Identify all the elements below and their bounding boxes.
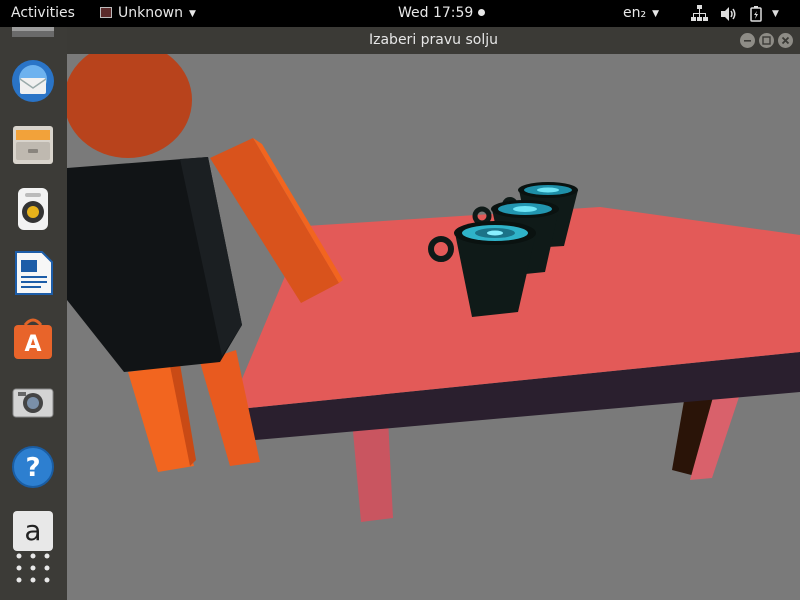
system-menu-chevron-icon[interactable]: ▼	[772, 0, 779, 27]
help-icon[interactable]: ?	[10, 444, 56, 490]
thunderbird-icon[interactable]	[10, 58, 56, 104]
window-titlebar[interactable]: Izaberi pravu solju	[67, 27, 800, 54]
chevron-down-icon: ▼	[652, 9, 660, 19]
top-bar: Activities Unknown ▼ Wed 17:59 en₂ ▼ ▼	[0, 0, 800, 27]
maximize-icon	[762, 36, 771, 45]
input-language-menu[interactable]: en₂ ▼	[623, 0, 659, 27]
close-icon	[781, 36, 790, 45]
volume-icon[interactable]	[720, 0, 737, 27]
language-label: en₂	[623, 5, 647, 21]
dock-item-partial[interactable]	[10, 27, 56, 43]
show-apps-icon[interactable]	[10, 547, 56, 593]
maximize-button[interactable]	[759, 33, 774, 48]
notification-dot-icon	[478, 9, 486, 16]
dock: A ? a	[0, 27, 67, 600]
svg-text:a: a	[24, 514, 41, 547]
clock-label: Wed 17:59	[398, 5, 474, 21]
files-icon[interactable]	[10, 122, 56, 168]
writer-icon[interactable]	[10, 250, 56, 296]
battery-icon[interactable]	[749, 0, 767, 27]
chevron-down-icon: ▼	[189, 9, 196, 19]
software-center-icon[interactable]: A	[10, 315, 56, 361]
activities-button[interactable]: Activities	[11, 0, 75, 27]
svg-text:A: A	[24, 332, 41, 357]
app-menu[interactable]: Unknown ▼	[100, 0, 196, 27]
network-icon[interactable]	[691, 0, 708, 27]
svg-text:?: ?	[25, 453, 40, 483]
close-button[interactable]	[778, 33, 793, 48]
window-title: Izaberi pravu solju	[369, 32, 498, 48]
app-window-icon	[100, 7, 112, 18]
rhythmbox-icon[interactable]	[10, 186, 56, 232]
game-canvas[interactable]	[67, 54, 800, 600]
minimize-button[interactable]	[740, 33, 755, 48]
app-menu-label: Unknown	[118, 5, 183, 21]
camera-icon[interactable]	[10, 379, 56, 425]
minimize-icon	[744, 40, 751, 42]
clock[interactable]: Wed 17:59	[398, 0, 486, 27]
